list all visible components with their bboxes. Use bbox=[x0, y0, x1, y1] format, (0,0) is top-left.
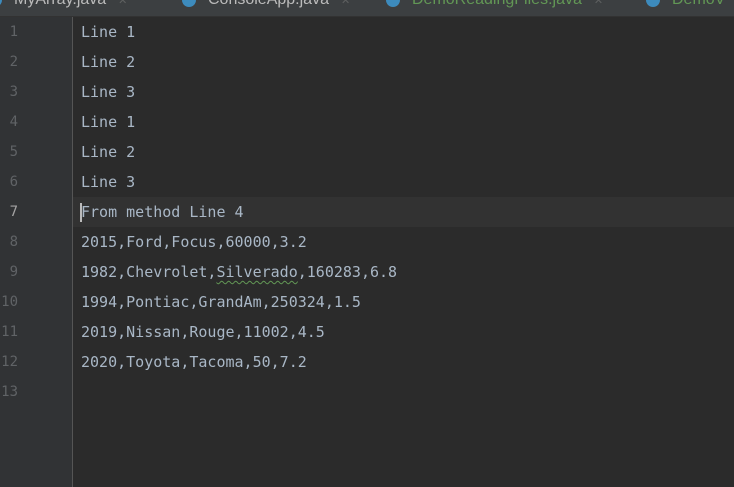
code-line[interactable]: Line 3 bbox=[73, 167, 734, 197]
editor-tab-bar: MyArray.java✕ ConsoleApp.java✕ DemoReadi… bbox=[0, 0, 734, 17]
line-number: 3 bbox=[9, 84, 18, 100]
code-line[interactable]: Line 2 bbox=[73, 137, 734, 167]
code-line-text: From method Line 4 bbox=[81, 203, 244, 221]
tab-consoleapp[interactable]: ConsoleApp.java✕ bbox=[182, 0, 350, 9]
line-number: 6 bbox=[9, 174, 18, 190]
code-line[interactable]: Line 3 bbox=[73, 77, 734, 107]
line-number: 9 bbox=[9, 264, 18, 280]
tab-myarray[interactable]: MyArray.java✕ bbox=[0, 0, 127, 9]
code-fragment: ,160283,6.8 bbox=[297, 263, 398, 281]
code-line[interactable]: From method Line 4 bbox=[73, 197, 734, 227]
code-line-text: 2020,Toyota,Tacoma,50,7.2 bbox=[81, 353, 307, 371]
java-class-icon bbox=[646, 0, 660, 7]
code-line[interactable]: 1994,Pontiac,GrandAm,250324,1.5 bbox=[73, 287, 734, 317]
line-number: 7 bbox=[9, 204, 18, 220]
code-line[interactable]: 1982,Chevrolet,Silverado,160283,6.8 bbox=[73, 257, 734, 287]
code-line-text: 1982,Chevrolet,Silverado,160283,6.8 bbox=[81, 257, 397, 287]
tab-demoreadingfiles[interactable]: DemoReadingFiles.java✕ bbox=[386, 0, 603, 9]
code-line-text: Line 3 bbox=[81, 173, 136, 191]
line-number: 12 bbox=[1, 354, 18, 370]
code-line-text: Line 1 bbox=[81, 23, 136, 41]
close-tab-icon[interactable]: ✕ bbox=[594, 0, 603, 7]
line-number: 1 bbox=[9, 24, 18, 40]
code-line-text: 2015,Ford,Focus,60000,3.2 bbox=[81, 233, 307, 251]
spelling-warning-word: Silverado bbox=[216, 263, 298, 281]
line-number: 10 bbox=[1, 294, 18, 310]
code-line-text: Line 1 bbox=[81, 113, 136, 131]
code-line[interactable]: 2015,Ford,Focus,60000,3.2 bbox=[73, 227, 734, 257]
close-tab-icon[interactable]: ✕ bbox=[118, 0, 127, 7]
code-fragment: 1982,Chevrolet, bbox=[81, 263, 217, 281]
line-number: 2 bbox=[9, 54, 18, 70]
java-class-icon bbox=[386, 0, 400, 7]
code-line[interactable]: 2020,Toyota,Tacoma,50,7.2 bbox=[73, 347, 734, 377]
code-line[interactable]: Line 2 bbox=[73, 47, 734, 77]
code-line-text: Line 3 bbox=[81, 83, 136, 101]
java-class-icon bbox=[182, 0, 196, 7]
text-caret bbox=[80, 203, 82, 222]
code-line-text: Line 2 bbox=[81, 53, 136, 71]
code-line-text: Line 2 bbox=[81, 143, 136, 161]
line-number: 8 bbox=[9, 234, 18, 250]
line-number: 13 bbox=[1, 384, 18, 400]
close-tab-icon[interactable]: ✕ bbox=[341, 0, 350, 7]
tab-demov[interactable]: DemoV bbox=[646, 0, 725, 9]
code-line[interactable] bbox=[73, 377, 734, 407]
line-number: 4 bbox=[9, 114, 18, 130]
code-line-text: 2019,Nissan,Rouge,11002,4.5 bbox=[81, 323, 325, 341]
code-line[interactable]: Line 1 bbox=[73, 107, 734, 137]
java-class-icon bbox=[0, 0, 2, 7]
code-line[interactable]: Line 1 bbox=[73, 17, 734, 47]
code-line-text: 1994,Pontiac,GrandAm,250324,1.5 bbox=[81, 293, 361, 311]
line-number: 11 bbox=[1, 324, 18, 340]
line-number: 5 bbox=[9, 144, 18, 160]
code-line[interactable]: 2019,Nissan,Rouge,11002,4.5 bbox=[73, 317, 734, 347]
